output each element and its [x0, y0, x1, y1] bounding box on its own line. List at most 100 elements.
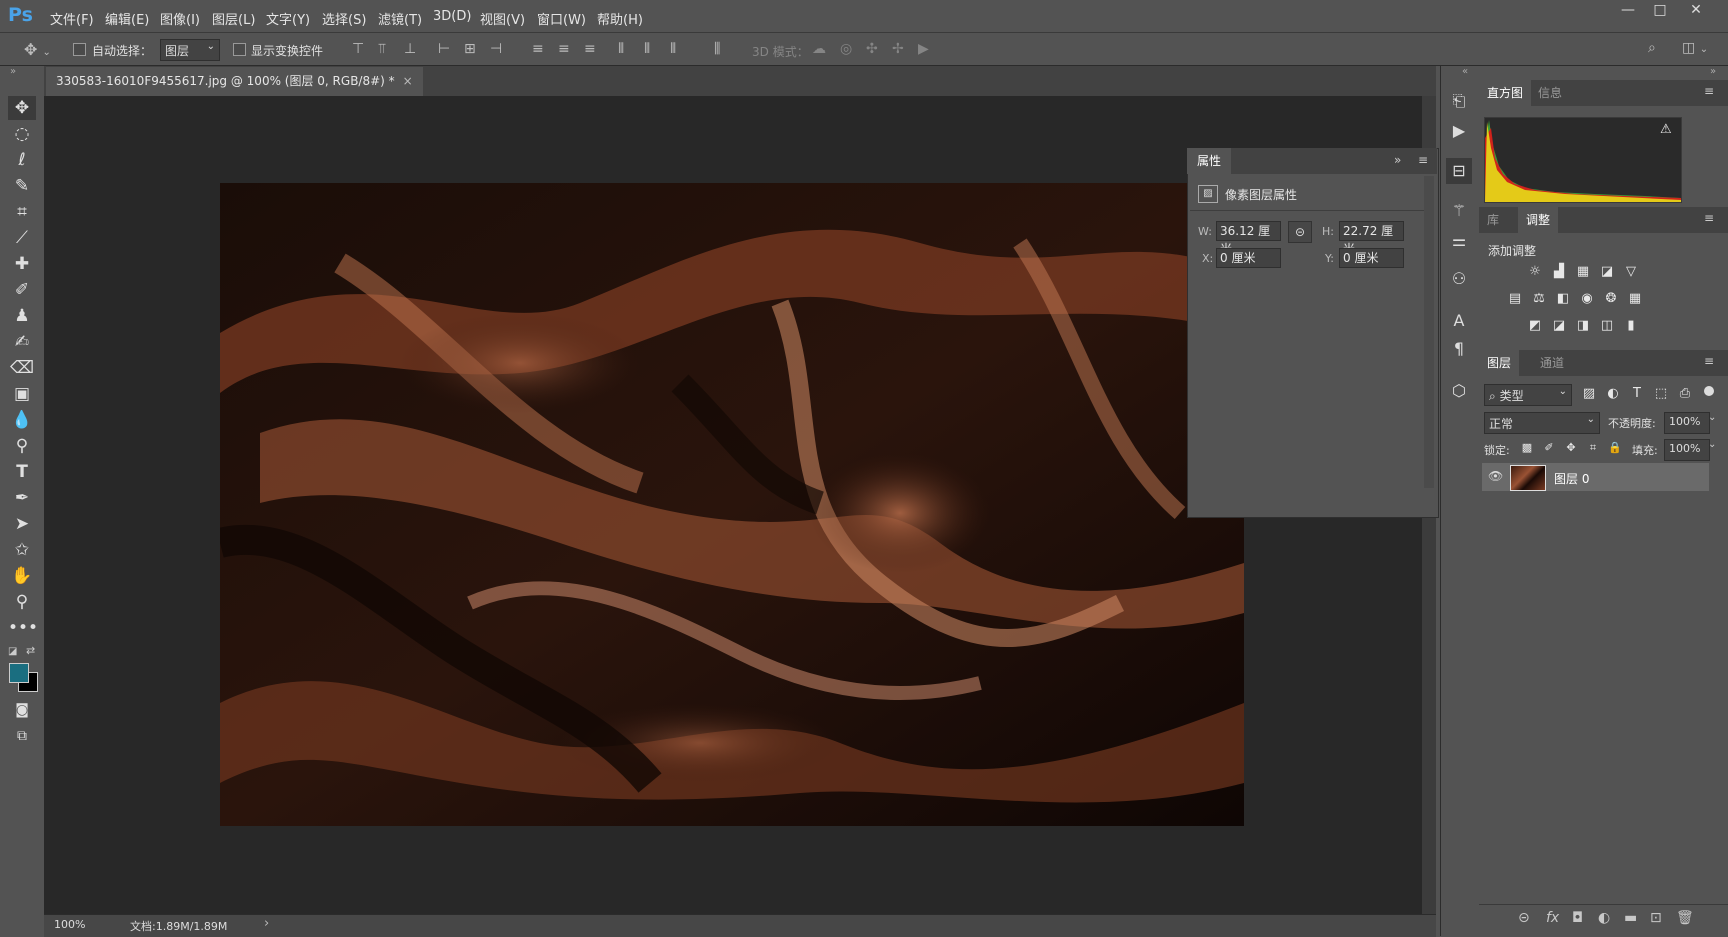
histogram-menu-icon[interactable]: ≡: [1704, 84, 1714, 98]
invert-icon[interactable]: ◩: [1526, 318, 1544, 334]
fill-chevron-icon[interactable]: ⌄: [1708, 439, 1716, 450]
path-select-tool-icon[interactable]: ➤: [8, 512, 36, 536]
height-field[interactable]: 22.72 厘米: [1339, 221, 1404, 256]
vibrance-icon[interactable]: ▽: [1622, 264, 1640, 280]
show-transform-checkbox[interactable]: [233, 43, 246, 56]
link-layers-icon[interactable]: ⊝: [1518, 910, 1530, 926]
collapse-dock-icon[interactable]: «: [1462, 66, 1468, 77]
menu-type[interactable]: 文字(Y): [266, 9, 310, 28]
posterize-icon[interactable]: ◪: [1550, 318, 1568, 334]
healing-brush-tool-icon[interactable]: ✚: [8, 252, 36, 276]
eyedropper-tool-icon[interactable]: ⟋: [8, 226, 36, 250]
brush-tool-icon[interactable]: ✐: [8, 278, 36, 302]
move-tool-preset-icon[interactable]: ✥ ⌄: [24, 40, 51, 59]
hand-tool-icon[interactable]: ✋: [8, 564, 36, 588]
shape-tool-icon[interactable]: ✩: [8, 538, 36, 562]
dodge-tool-icon[interactable]: ⚲: [8, 434, 36, 458]
gradient-tool-icon[interactable]: ▣: [8, 382, 36, 406]
warning-icon[interactable]: ⚠: [1660, 122, 1672, 137]
menu-layer[interactable]: 图层(L): [212, 9, 255, 28]
document-tab[interactable]: 330583-16010F9455617.jpg @ 100% (图层 0, R…: [46, 67, 423, 96]
add-mask-icon[interactable]: ◘: [1572, 910, 1583, 926]
search-icon[interactable]: ⌕: [1648, 40, 1656, 56]
layers-tab[interactable]: 图层: [1479, 350, 1520, 376]
selective-color-icon[interactable]: ◫: [1598, 318, 1616, 334]
layers-menu-icon[interactable]: ≡: [1704, 354, 1714, 368]
filter-smart-object-icon[interactable]: ⎙: [1676, 386, 1694, 402]
foreground-color-swatch[interactable]: [9, 663, 29, 683]
color-lookup-icon[interactable]: ▦: [1626, 291, 1644, 307]
clone-source-icon[interactable]: ⚇: [1446, 266, 1472, 292]
quick-select-tool-icon[interactable]: ✎: [8, 174, 36, 198]
close-tab-icon[interactable]: ×: [403, 74, 413, 88]
info-tab[interactable]: 信息: [1530, 80, 1570, 106]
collapse-panel-icon[interactable]: »: [1394, 153, 1401, 167]
libraries-tab[interactable]: 库: [1479, 207, 1507, 233]
auto-align-icon[interactable]: ⫼: [714, 41, 720, 57]
lock-artboard-icon[interactable]: ⌗: [1584, 440, 1602, 456]
menu-edit[interactable]: 编辑(E): [105, 9, 149, 28]
menu-filter[interactable]: 滤镜(T): [378, 9, 422, 28]
link-dimensions-icon[interactable]: ⊝: [1288, 221, 1312, 243]
photo-filter-icon[interactable]: ◉: [1578, 291, 1596, 307]
y-position-field[interactable]: 0 厘米: [1339, 248, 1404, 268]
align-top-icon[interactable]: ⊤: [352, 41, 364, 57]
align-left-icon[interactable]: ⊢: [438, 41, 450, 57]
panel-menu-icon[interactable]: ≡: [1418, 153, 1428, 167]
3d-scale-icon[interactable]: ▶: [918, 41, 929, 57]
adjustments-menu-icon[interactable]: ≡: [1704, 211, 1714, 225]
align-bottom-icon[interactable]: ⊥: [404, 41, 416, 57]
quick-mask-icon[interactable]: ◙: [8, 698, 36, 722]
lasso-tool-icon[interactable]: ℓ: [8, 148, 36, 172]
actions-panel-icon[interactable]: ▶: [1446, 118, 1472, 144]
distribute-vcenter-icon[interactable]: ≡: [558, 41, 570, 57]
new-group-icon[interactable]: ▬: [1624, 910, 1637, 926]
paragraph-panel-icon[interactable]: ¶: [1446, 336, 1472, 362]
screen-mode-icon[interactable]: ⧉: [8, 724, 36, 748]
levels-icon[interactable]: ▟: [1550, 264, 1568, 280]
move-tool-icon[interactable]: ✥: [8, 96, 36, 120]
layer-filter-dropdown[interactable]: ⌕ 类型 ⌄: [1484, 384, 1572, 406]
histogram-tab[interactable]: 直方图: [1479, 80, 1532, 106]
fill-field[interactable]: 100%: [1664, 439, 1710, 461]
blur-tool-icon[interactable]: 💧: [8, 408, 36, 432]
filter-type-icon[interactable]: T: [1628, 386, 1646, 402]
brush-settings-icon[interactable]: ⚌: [1446, 228, 1472, 254]
distribute-right-icon[interactable]: ⦀: [670, 41, 676, 57]
properties-panel-icon[interactable]: ⊟: [1446, 158, 1472, 184]
crop-tool-icon[interactable]: ⌗: [8, 200, 36, 224]
3d-roll-icon[interactable]: ◎: [840, 41, 852, 57]
eraser-tool-icon[interactable]: ⌫: [8, 356, 36, 380]
menu-help[interactable]: 帮助(H): [597, 9, 643, 28]
status-menu-arrow-icon[interactable]: ›: [264, 916, 269, 931]
marquee-tool-icon[interactable]: ◌: [8, 122, 36, 146]
adjustments-tab[interactable]: 调整: [1518, 207, 1559, 233]
type-tool-icon[interactable]: T: [8, 460, 36, 484]
properties-scrollbar[interactable]: [1424, 176, 1434, 488]
align-vcenter-icon[interactable]: ⫪: [378, 41, 386, 57]
brightness-contrast-icon[interactable]: ☼: [1526, 264, 1544, 280]
filter-adjustment-icon[interactable]: ◐: [1604, 386, 1622, 402]
auto-select-dropdown[interactable]: 图层 ⌄: [160, 39, 220, 61]
more-tools-icon[interactable]: •••: [8, 616, 38, 640]
menu-select[interactable]: 选择(S): [322, 9, 366, 28]
width-field[interactable]: 36.12 厘米: [1216, 221, 1281, 256]
swap-colors-icon[interactable]: ⇄: [26, 644, 35, 657]
3d-rotate-icon[interactable]: ☁: [812, 41, 826, 57]
pen-tool-icon[interactable]: ✒: [8, 486, 36, 510]
align-right-icon[interactable]: ⊣: [490, 41, 502, 57]
lock-transparent-icon[interactable]: ▩: [1518, 440, 1536, 456]
distribute-top-icon[interactable]: ≡: [532, 41, 544, 57]
menu-file[interactable]: 文件(F): [50, 9, 94, 28]
history-panel-icon[interactable]: ⎗: [1446, 88, 1472, 114]
zoom-level[interactable]: 100%: [54, 918, 85, 931]
hue-saturation-icon[interactable]: ▤: [1506, 291, 1524, 307]
lock-position-icon[interactable]: ✥: [1562, 440, 1580, 456]
brush-presets-icon[interactable]: ⚚: [1446, 198, 1472, 224]
new-layer-icon[interactable]: ⊡: [1650, 910, 1662, 926]
color-balance-icon[interactable]: ⚖: [1530, 291, 1548, 307]
menu-window[interactable]: 窗口(W): [537, 9, 586, 28]
exposure-icon[interactable]: ◪: [1598, 264, 1616, 280]
workspace-icon[interactable]: ◫ ⌄: [1682, 40, 1708, 56]
collapse-right-icon[interactable]: »: [1710, 66, 1716, 77]
